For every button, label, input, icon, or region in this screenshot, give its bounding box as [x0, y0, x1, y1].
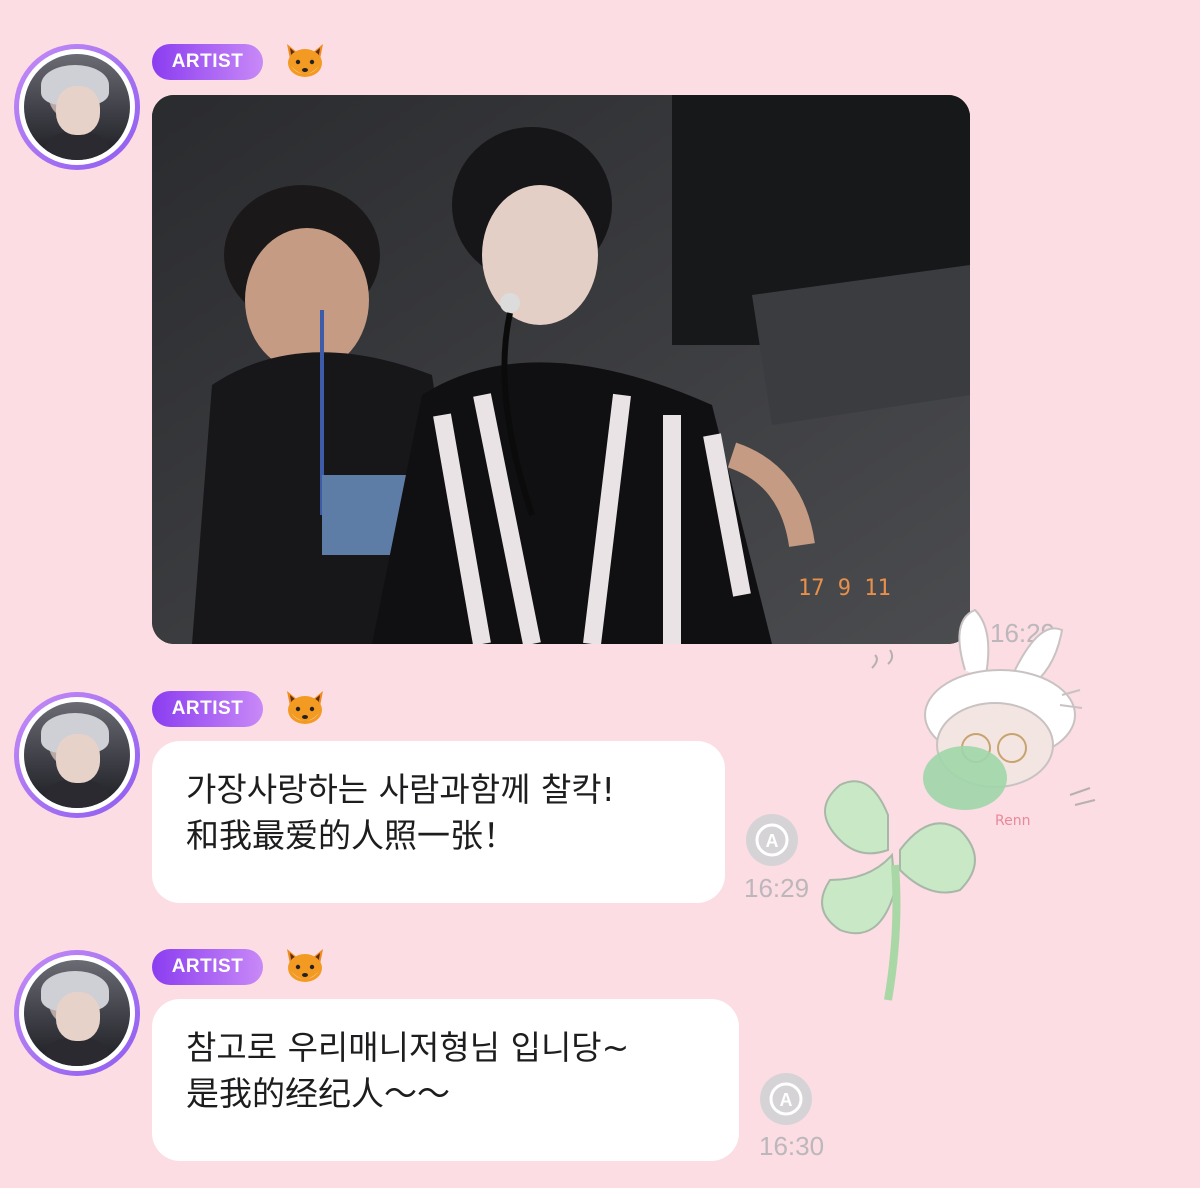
message-line-chinese: 和我最爱的人照一张！ — [186, 816, 516, 855]
svg-text:Renn: Renn — [995, 813, 1030, 829]
message-time: 16:29 — [744, 873, 810, 903]
film-date-stamp: 17 9 11 — [798, 576, 891, 601]
message-bubble[interactable]: 가장사랑하는 사람과함께 찰칵! 和我最爱的人照一张！ — [152, 741, 725, 903]
message-line-korean: 가장사랑하는 사람과함께 찰칵! — [186, 770, 615, 809]
svg-text:A: A — [766, 831, 779, 851]
fox-emoji-icon — [287, 949, 323, 982]
fox-emoji-icon — [287, 691, 323, 724]
message-line-chinese: 是我的经纪人～～ — [186, 1074, 450, 1113]
artist-badge: ARTIST — [152, 949, 263, 985]
chat-photo[interactable]: 17 9 11 — [152, 95, 970, 644]
translate-icon[interactable]: A — [746, 814, 798, 866]
message-time: 16:30 — [759, 1131, 825, 1161]
message-bubble[interactable]: 참고로 우리매니저형님 입니당~ 是我的经纪人～～ — [152, 999, 739, 1161]
translate-icon[interactable]: A — [760, 1073, 812, 1125]
artist-badge: ARTIST — [152, 691, 263, 727]
avatar[interactable] — [14, 950, 140, 1076]
bunny-clover-sticker: Renn — [821, 608, 1096, 1001]
avatar[interactable] — [14, 44, 140, 170]
avatar[interactable] — [14, 692, 140, 818]
message-line-korean: 참고로 우리매니저형님 입니당~ — [186, 1028, 630, 1067]
photo-image: 17 9 11 — [152, 95, 970, 644]
message-time: 16:29 — [990, 618, 1056, 648]
svg-text:A: A — [780, 1090, 793, 1110]
artist-badge: ARTIST — [152, 44, 263, 80]
fox-emoji-icon — [287, 44, 323, 77]
